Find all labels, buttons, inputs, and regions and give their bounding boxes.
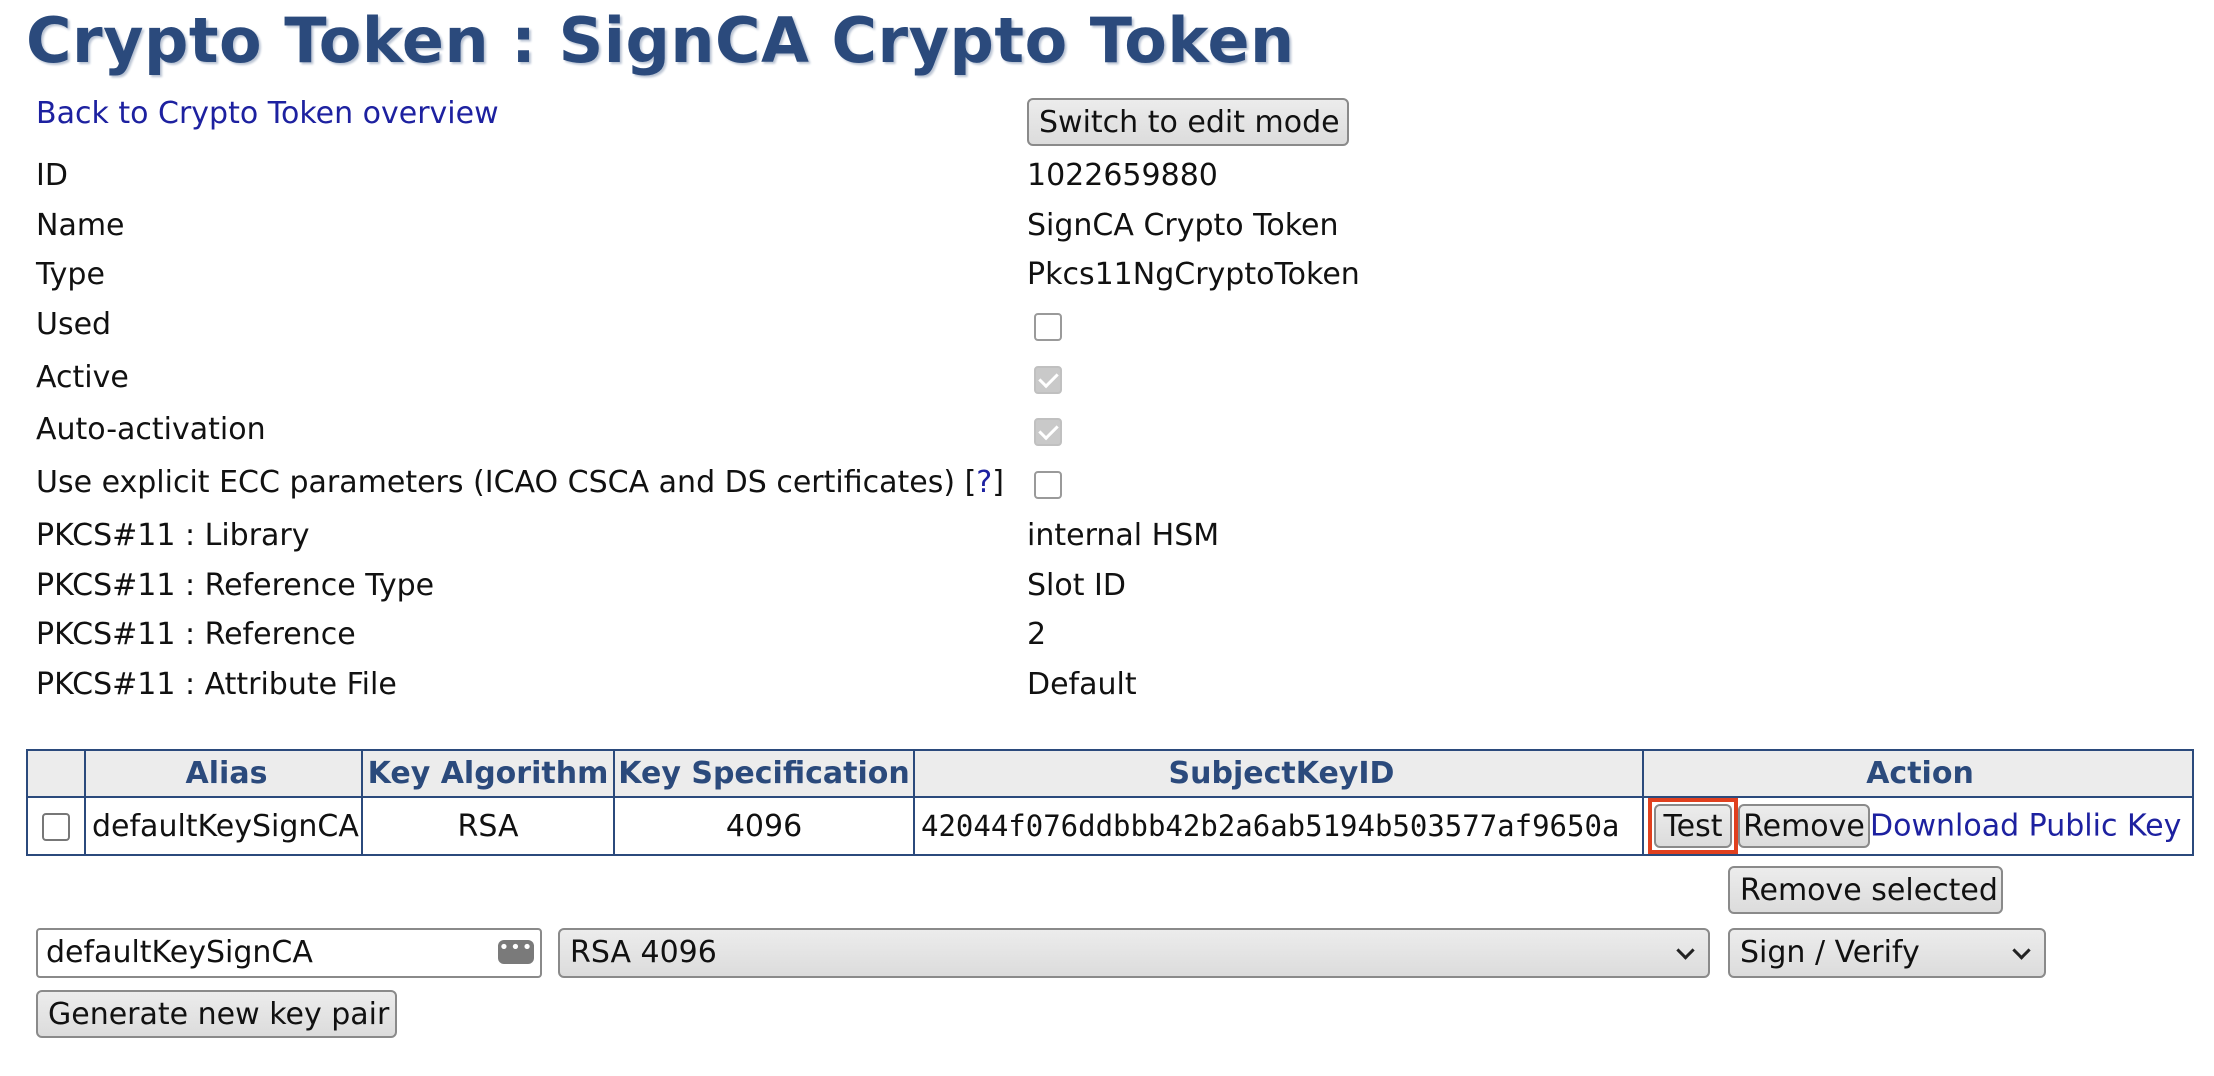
back-to-overview-link[interactable]: Back to Crypto Token overview bbox=[36, 96, 499, 131]
header-alias: Alias bbox=[84, 749, 363, 798]
generate-key-pair-button[interactable]: Generate new key pair bbox=[36, 990, 397, 1038]
used-label: Used bbox=[36, 307, 112, 342]
header-subject-key-id: SubjectKeyID bbox=[913, 749, 1644, 798]
test-button-highlight: Test bbox=[1648, 798, 1738, 854]
library-value: internal HSM bbox=[1027, 518, 1220, 553]
reference-type-label: PKCS#11 : Reference Type bbox=[36, 568, 435, 603]
type-label: Type bbox=[36, 257, 105, 292]
id-value: 1022659880 bbox=[1027, 158, 1218, 193]
explicit-ecc-label-end: ] bbox=[992, 465, 1004, 500]
header-key-algorithm: Key Algorithm bbox=[361, 749, 615, 798]
table-row: defaultKeySignCA RSA 4096 42044f076ddbbb… bbox=[26, 796, 2194, 856]
active-label: Active bbox=[36, 360, 129, 395]
reference-value: 2 bbox=[1027, 617, 1047, 652]
remove-button[interactable]: Remove bbox=[1738, 804, 1870, 848]
chevron-down-icon bbox=[1676, 941, 1695, 960]
remove-selected-button[interactable]: Remove selected bbox=[1728, 866, 2003, 914]
keys-table: Alias Key Algorithm Key Specification Su… bbox=[26, 749, 2194, 856]
row-subject-key-id: 42044f076ddbbb42b2a6ab5194b503577af9650a bbox=[913, 796, 1644, 856]
auto-activation-label: Auto-activation bbox=[36, 412, 266, 447]
new-alias-field: ••• bbox=[36, 928, 542, 978]
header-key-specification: Key Specification bbox=[613, 749, 915, 798]
test-button[interactable]: Test bbox=[1654, 804, 1732, 848]
reference-label: PKCS#11 : Reference bbox=[36, 617, 356, 652]
explicit-ecc-label: Use explicit ECC parameters (ICAO CSCA a… bbox=[36, 465, 1004, 500]
row-alias: defaultKeySignCA bbox=[84, 796, 363, 856]
download-public-key-link[interactable]: Download Public Key bbox=[1870, 809, 2181, 844]
row-key-algorithm: RSA bbox=[361, 796, 615, 856]
name-value: SignCA Crypto Token bbox=[1027, 208, 1339, 243]
active-checkbox bbox=[1034, 366, 1062, 394]
autofill-dots-icon[interactable]: ••• bbox=[498, 939, 534, 964]
row-select-cell bbox=[26, 796, 86, 856]
explicit-ecc-label-text: Use explicit ECC parameters (ICAO CSCA a… bbox=[36, 465, 977, 500]
library-label: PKCS#11 : Library bbox=[36, 518, 310, 553]
name-label: Name bbox=[36, 208, 125, 243]
switch-to-edit-mode-button[interactable]: Switch to edit mode bbox=[1027, 98, 1349, 146]
explicit-ecc-checkbox bbox=[1034, 471, 1062, 499]
used-checkbox bbox=[1034, 313, 1062, 341]
row-select-checkbox[interactable] bbox=[42, 813, 70, 841]
header-action: Action bbox=[1642, 749, 2194, 798]
header-select bbox=[26, 749, 86, 798]
key-usage-select[interactable]: Sign / Verify bbox=[1728, 928, 2046, 978]
table-header-row: Alias Key Algorithm Key Specification Su… bbox=[26, 749, 2194, 798]
key-algorithm-select[interactable]: RSA 4096 bbox=[558, 928, 1710, 978]
reference-type-value: Slot ID bbox=[1027, 568, 1126, 603]
id-label: ID bbox=[36, 158, 68, 193]
type-value: Pkcs11NgCryptoToken bbox=[1027, 257, 1360, 292]
auto-activation-checkbox bbox=[1034, 418, 1062, 446]
key-usage-select-value: Sign / Verify bbox=[1740, 935, 1920, 970]
new-alias-input[interactable] bbox=[38, 930, 494, 974]
attribute-file-label: PKCS#11 : Attribute File bbox=[36, 667, 397, 702]
key-algorithm-select-value: RSA 4096 bbox=[570, 935, 717, 970]
row-key-specification: 4096 bbox=[613, 796, 915, 856]
page-title: Crypto Token : SignCA Crypto Token bbox=[26, 4, 1295, 77]
chevron-down-icon bbox=[2012, 941, 2031, 960]
row-actions: Test Remove Download Public Key bbox=[1642, 796, 2194, 856]
attribute-file-value: Default bbox=[1027, 667, 1137, 702]
help-link[interactable]: ? bbox=[976, 465, 992, 500]
